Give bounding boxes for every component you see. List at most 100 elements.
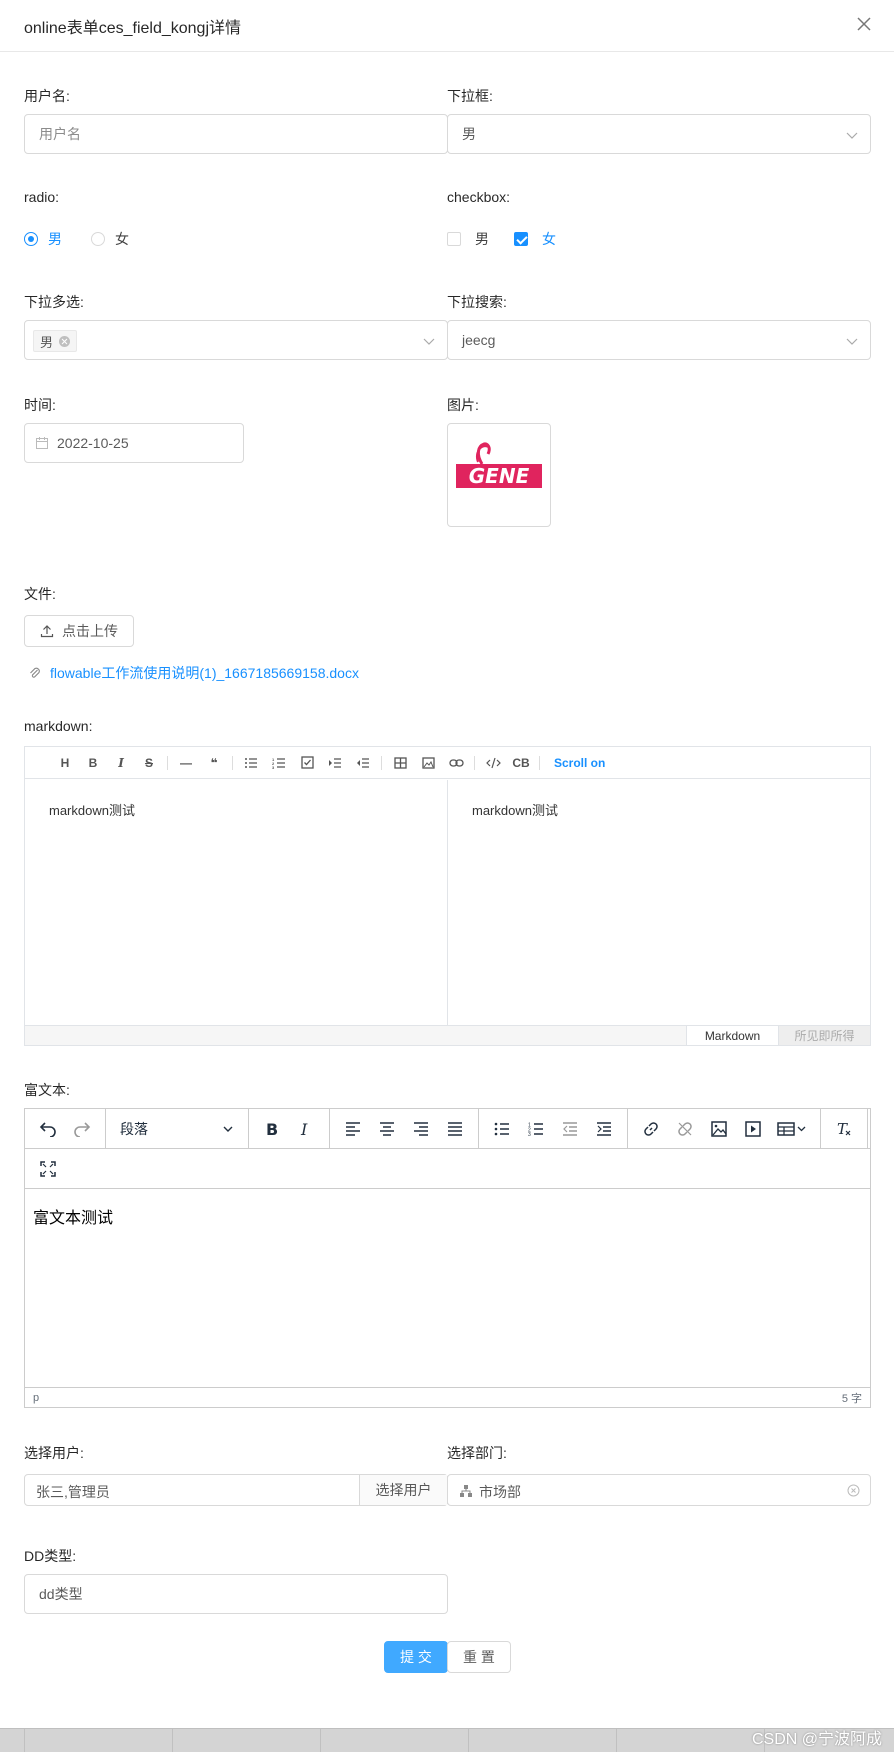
toolbar-divider bbox=[381, 755, 382, 770]
md-hr-button[interactable]: — bbox=[172, 752, 200, 774]
md-codeblock-button[interactable]: CB bbox=[507, 752, 535, 774]
dropdown-label: 下拉框: bbox=[447, 88, 493, 104]
md-outdent-icon[interactable] bbox=[349, 752, 377, 774]
md-indent-icon[interactable] bbox=[321, 752, 349, 774]
search-select[interactable]: jeecg bbox=[447, 320, 871, 360]
toolbar-divider bbox=[539, 755, 540, 770]
username-placeholder: 用户名 bbox=[39, 126, 81, 142]
md-strike-button[interactable]: S bbox=[135, 752, 163, 774]
md-ol-icon[interactable]: 123 bbox=[265, 752, 293, 774]
select-user-field[interactable]: 张三,管理员 选择用户 bbox=[24, 1474, 448, 1506]
md-link-icon[interactable] bbox=[442, 752, 470, 774]
selected-tag: 男 bbox=[33, 330, 78, 352]
numbered-list-icon[interactable]: 123 bbox=[519, 1113, 553, 1145]
md-italic-button[interactable]: I bbox=[107, 752, 135, 774]
svg-text:3: 3 bbox=[272, 765, 275, 769]
md-table-icon[interactable] bbox=[386, 752, 414, 774]
chevron-down-icon bbox=[223, 1126, 233, 1132]
radio-option-female[interactable]: 女 bbox=[91, 229, 129, 249]
italic-icon[interactable]: I bbox=[289, 1113, 323, 1145]
insert-group bbox=[628, 1108, 821, 1149]
file-label: 文件: bbox=[24, 586, 56, 602]
tab-markdown[interactable]: Markdown bbox=[686, 1026, 778, 1045]
indent-icon[interactable] bbox=[587, 1113, 621, 1145]
md-ul-icon[interactable] bbox=[237, 752, 265, 774]
radio-label: radio: bbox=[24, 189, 60, 205]
dropdown-select[interactable]: 男 bbox=[447, 114, 871, 154]
undo-icon[interactable] bbox=[31, 1113, 65, 1145]
reset-button[interactable]: 重 置 bbox=[447, 1641, 511, 1673]
markdown-editor: H B I S — ❝ 123 CB Scroll on markdown测试 bbox=[24, 746, 871, 1046]
dd-type-input[interactable]: dd类型 bbox=[24, 1574, 448, 1614]
checkbox-option-female[interactable]: 女 bbox=[514, 229, 556, 249]
username-input[interactable]: 用户名 bbox=[24, 114, 448, 154]
gene-logo: GENE bbox=[456, 442, 542, 488]
align-center-icon[interactable] bbox=[370, 1113, 404, 1145]
redo-icon[interactable] bbox=[65, 1113, 99, 1145]
toolbar-divider bbox=[232, 755, 233, 770]
md-image-icon[interactable] bbox=[414, 752, 442, 774]
md-code-icon[interactable] bbox=[479, 752, 507, 774]
form-detail-modal: online表单ces_field_kongj详情 用户名: 用户名 下拉框: … bbox=[0, 0, 894, 1728]
markdown-label: markdown: bbox=[24, 718, 93, 734]
checkbox-box bbox=[447, 232, 461, 246]
clear-group: T bbox=[821, 1108, 868, 1149]
link-icon[interactable] bbox=[634, 1113, 668, 1145]
submit-button[interactable]: 提 交 bbox=[384, 1641, 448, 1673]
upload-icon bbox=[40, 625, 54, 638]
md-bold-button[interactable]: B bbox=[79, 752, 107, 774]
table-icon[interactable] bbox=[770, 1113, 814, 1145]
dd-type-value: dd类型 bbox=[39, 1586, 83, 1602]
tab-wysiwyg[interactable]: 所见即所得 bbox=[778, 1026, 870, 1045]
scroll-sync-toggle[interactable]: Scroll on bbox=[554, 756, 605, 770]
select-user-button[interactable]: 选择用户 bbox=[359, 1475, 447, 1505]
close-icon[interactable] bbox=[854, 14, 874, 34]
selected-tag-label: 男 bbox=[40, 334, 54, 350]
block-format-value: 段落 bbox=[120, 1120, 148, 1137]
multi-select[interactable]: 男 bbox=[24, 320, 448, 360]
bullet-list-icon[interactable] bbox=[485, 1113, 519, 1145]
rich-text-label: 富文本: bbox=[24, 1082, 70, 1098]
clear-format-icon[interactable]: T bbox=[827, 1113, 861, 1145]
dropdown-value: 男 bbox=[462, 126, 476, 142]
bold-icon[interactable]: B bbox=[255, 1113, 289, 1145]
date-value: 2022-10-25 bbox=[57, 435, 129, 451]
unlink-icon[interactable] bbox=[668, 1113, 702, 1145]
rich-text-toolbar-row2 bbox=[25, 1149, 870, 1189]
date-picker[interactable]: 2022-10-25 bbox=[24, 423, 244, 463]
checkbox-label: checkbox: bbox=[447, 189, 511, 205]
select-dept-value: 市场部 bbox=[479, 1484, 521, 1500]
block-format-select[interactable]: 段落 bbox=[112, 1119, 242, 1139]
search-select-value: jeecg bbox=[462, 332, 496, 348]
username-label: 用户名: bbox=[24, 88, 70, 104]
uploaded-file-link[interactable]: flowable工作流使用说明(1)_1667185669158.docx bbox=[28, 663, 359, 683]
markdown-preview-pane: markdown测试 bbox=[448, 780, 870, 1025]
upload-button[interactable]: 点击上传 bbox=[24, 615, 134, 647]
markdown-input-pane[interactable]: markdown测试 bbox=[25, 780, 448, 1025]
radio-option-male[interactable]: 男 bbox=[24, 229, 62, 249]
media-icon[interactable] bbox=[736, 1113, 770, 1145]
radio-dot bbox=[24, 232, 38, 246]
clear-circle-icon[interactable] bbox=[847, 1484, 860, 1497]
tag-remove-icon[interactable] bbox=[59, 335, 71, 347]
md-heading-button[interactable]: H bbox=[51, 752, 79, 774]
select-dept-field[interactable]: 市场部 bbox=[447, 1474, 871, 1506]
align-left-icon[interactable] bbox=[336, 1113, 370, 1145]
image-icon[interactable] bbox=[702, 1113, 736, 1145]
md-task-icon[interactable] bbox=[293, 752, 321, 774]
checkbox-option-male[interactable]: 男 bbox=[447, 229, 489, 249]
element-path[interactable]: p bbox=[33, 1392, 39, 1404]
markdown-preview-text: markdown测试 bbox=[472, 803, 558, 818]
align-group bbox=[330, 1108, 479, 1149]
image-thumbnail[interactable]: GENE bbox=[447, 423, 551, 527]
outdent-icon[interactable] bbox=[553, 1113, 587, 1145]
fullscreen-icon[interactable] bbox=[31, 1153, 65, 1185]
align-right-icon[interactable] bbox=[404, 1113, 438, 1145]
markdown-toolbar: H B I S — ❝ 123 CB Scroll on bbox=[25, 747, 870, 779]
paperclip-icon bbox=[30, 667, 40, 678]
checkbox-option-label: 女 bbox=[542, 231, 556, 247]
md-quote-button[interactable]: ❝ bbox=[200, 752, 228, 774]
rich-text-content[interactable]: 富文本测试 bbox=[33, 1204, 113, 1228]
align-justify-icon[interactable] bbox=[438, 1113, 472, 1145]
svg-text:GENE: GENE bbox=[469, 464, 530, 488]
